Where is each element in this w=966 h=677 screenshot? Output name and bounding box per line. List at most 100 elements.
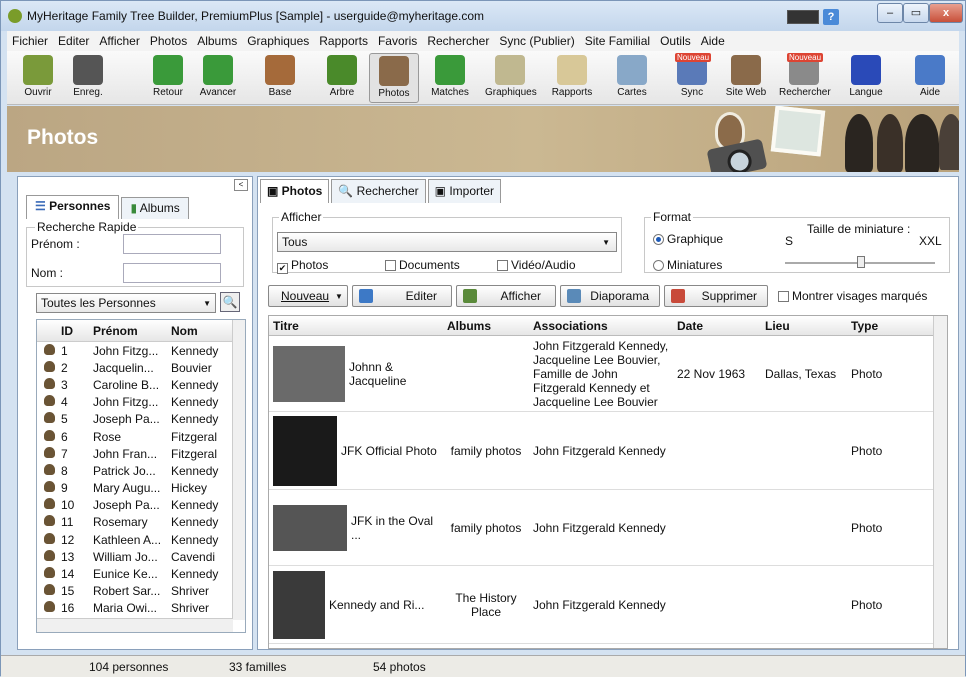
photos-checkbox[interactable]: ✔ Photos [277,258,328,274]
people-list-hscrollbar[interactable] [37,618,233,632]
toolbar-folder-button[interactable]: Ouvrir [13,53,63,103]
col-type[interactable]: Type [847,319,917,333]
toolbar-charts-button[interactable]: Graphiques [485,53,537,103]
toolbar-photos-button[interactable]: Photos [369,53,419,103]
list-item[interactable]: 6 Rose Fitzgeral [37,428,245,445]
menu-rechercher[interactable]: Rechercher [422,34,494,48]
tab-rechercher[interactable]: 🔍 Rechercher [331,179,426,203]
afficher-select[interactable]: Tous ▼ [277,232,617,252]
list-item[interactable]: 12 Kathleen A... Kennedy [37,531,245,548]
nom-input[interactable] [123,263,221,283]
photo-thumbnail[interactable] [273,504,347,551]
table-row[interactable]: JFK Official Photo family photos John Fitz… [269,412,947,490]
col-lieu[interactable]: Lieu [761,319,847,333]
photo-thumbnail[interactable] [273,345,345,402]
list-item[interactable]: 9 Mary Augu... Hickey [37,480,245,497]
toolbar-home-button[interactable]: Base [255,53,305,103]
list-item[interactable]: 1 John Fitzg... Kennedy [37,342,245,359]
maximize-button[interactable]: ▭ [903,3,929,23]
list-item[interactable]: 7 John Fran... Fitzgeral [37,445,245,462]
show-tagged-faces-checkbox[interactable]: Montrer visages marqués [778,285,927,307]
close-button[interactable]: x [929,3,963,23]
toolbar-label: Rapports [551,87,593,98]
toolbar-forward-arrow-button[interactable]: Avancer [193,53,243,103]
toolbar-matches-button[interactable]: Matches [425,53,475,103]
toolbar-flag-button[interactable]: Langue [841,53,891,103]
col-associations[interactable]: Associations [529,319,673,333]
person-id: 14 [61,567,75,582]
menu-site-familial[interactable]: Site Familial [580,34,655,48]
miniatures-radio[interactable]: Miniatures [653,258,722,272]
video-audio-checkbox[interactable]: Vidéo/Audio [497,258,576,272]
editer-button[interactable]: Editer [352,285,452,307]
toolbar-help-button[interactable]: Aide [905,53,955,103]
photo-thumbnail[interactable] [273,415,337,486]
list-item[interactable]: 15 Robert Sar... Shriver [37,583,245,600]
menu-editer[interactable]: Editer [53,34,94,48]
menu-afficher[interactable]: Afficher [94,34,144,48]
list-item[interactable]: 8 Patrick Jo... Kennedy [37,462,245,479]
person-filter-select[interactable]: Toutes les Personnes ▼ [36,293,216,313]
toolbar-tree-button[interactable]: Arbre [317,53,367,103]
col-nom[interactable]: Nom [171,324,227,338]
table-row[interactable]: Kennedy and Ri... The History Place John F… [269,566,947,644]
minimize-button[interactable]: – [877,3,903,23]
collapse-panel-button[interactable]: < [234,179,248,191]
help-button[interactable]: ? [823,9,839,25]
list-item[interactable]: 11 Rosemary Kennedy [37,514,245,531]
menu-fichier[interactable]: Fichier [7,34,53,48]
diaporama-button[interactable]: Diaporama [560,285,660,307]
list-item[interactable]: 13 William Jo... Cavendi [37,548,245,565]
menu-outils[interactable]: Outils [655,34,696,48]
list-item[interactable]: 10 Joseph Pa... Kennedy [37,497,245,514]
menu-graphiques[interactable]: Graphiques [242,34,314,48]
toolbar-sync-button[interactable]: Sync Nouveau [667,53,717,103]
toolbar-back-arrow-button[interactable]: Retour [143,53,193,103]
keyboard-icon[interactable] [787,10,819,24]
list-item[interactable]: 5 Joseph Pa... Kennedy [37,411,245,428]
list-item[interactable]: 16 Maria Owi... Shriver [37,600,245,617]
menu-favoris[interactable]: Favoris [373,34,422,48]
people-panel: < ☰ Personnes ▮ Albums Recherche Rapide … [17,176,253,650]
col-date[interactable]: Date [673,319,761,333]
person-id: 16 [61,601,75,616]
menu-rapports[interactable]: Rapports [314,34,373,48]
menu-photos[interactable]: Photos [145,34,192,48]
toolbar-maps-button[interactable]: Cartes [607,53,657,103]
tab-personnes[interactable]: ☰ Personnes [26,195,120,219]
graphique-radio[interactable]: Graphique [653,232,723,246]
table-row[interactable]: JFK in the Oval ... family photos John Fit… [269,490,947,566]
documents-checkbox[interactable]: Documents [385,258,460,272]
menu-albums[interactable]: Albums [192,34,242,48]
people-list-scrollbar[interactable] [232,320,245,620]
col-albums[interactable]: Albums [443,319,529,333]
nouveau-button[interactable]: Nouveau ▼ [268,285,348,307]
list-item[interactable]: 3 Caroline B... Kennedy [37,376,245,393]
toolbar-save-button[interactable]: Enreg. [63,53,113,103]
col-titre[interactable]: Titre [269,319,443,333]
tab-photos[interactable]: ▣ Photos [260,179,330,203]
person-icon [43,360,55,372]
menu-aide[interactable]: Aide [696,34,730,48]
thumbnail-size-slider[interactable] [785,256,935,268]
col-prenom[interactable]: Prénom [93,324,171,338]
list-item[interactable]: 14 Eunice Ke... Kennedy [37,565,245,582]
col-id[interactable]: ID [61,324,93,338]
chevron-down-icon: ▼ [203,299,211,308]
tab-importer[interactable]: ▣ Importer [427,179,502,203]
toolbar-search-people-button[interactable]: Rechercher Nouveau [779,53,831,103]
afficher-button[interactable]: Afficher [456,285,556,307]
photos-table-scrollbar[interactable] [933,316,947,648]
photo-thumbnail[interactable] [273,570,325,639]
toolbar-reports-button[interactable]: Rapports [547,53,597,103]
menu-sync[interactable]: Sync (Publier) [494,34,579,48]
table-row[interactable]: Johnn & Jacqueline John Fitzgerald Kenned… [269,336,947,412]
search-icon[interactable]: 🔍 [220,292,240,312]
supprimer-button[interactable]: Supprimer [664,285,768,307]
slider-thumb[interactable] [857,256,865,268]
tab-albums[interactable]: ▮ Albums [121,197,189,219]
prenom-input[interactable] [123,234,221,254]
list-item[interactable]: 2 Jacquelin... Bouvier [37,359,245,376]
toolbar-website-button[interactable]: Site Web [721,53,771,103]
list-item[interactable]: 4 John Fitzg... Kennedy [37,394,245,411]
